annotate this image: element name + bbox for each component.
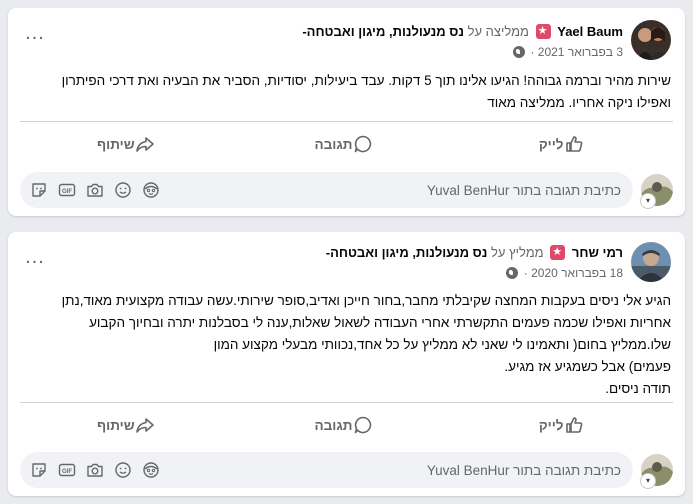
post-date[interactable]: 18 בפברואר 2020 bbox=[531, 266, 623, 280]
post-meta: 3 בפברואר 2021 · bbox=[513, 44, 623, 60]
post-text-line: שירות מהיר וברמה גבוהה! הגיעו אלינו תוך … bbox=[61, 73, 671, 88]
author-name[interactable]: רמי שחר bbox=[572, 245, 623, 260]
post-text-line: אחריות ואפילו שכמה פעמים התקשרתי אחרי הע… bbox=[89, 315, 671, 330]
share-label: שיתוף bbox=[97, 417, 135, 433]
recommendation-post: Yael Baum ממליצה על נס מנעולנות, מיגון ו… bbox=[8, 8, 685, 216]
camera-icon[interactable] bbox=[86, 461, 104, 479]
comment-label: תגובה bbox=[314, 136, 353, 152]
svg-text:GIF: GIF bbox=[62, 469, 72, 475]
post-header-line: Yael Baum ממליצה על נס מנעולנות, מיגון ו… bbox=[302, 23, 623, 41]
chevron-down-icon[interactable]: ▾ bbox=[641, 474, 655, 488]
share-button[interactable]: שיתוף bbox=[20, 123, 238, 165]
post-header: Yael Baum ממליצה על נס מנעולנות, מיגון ו… bbox=[8, 8, 685, 66]
comment-composer: ▾ GIF bbox=[20, 452, 673, 488]
gif-icon[interactable]: GIF bbox=[58, 461, 76, 479]
share-arrow-icon bbox=[135, 134, 155, 154]
divider bbox=[20, 402, 673, 403]
speech-bubble-icon bbox=[353, 134, 373, 154]
share-arrow-icon bbox=[135, 415, 155, 435]
author-name[interactable]: Yael Baum bbox=[557, 24, 623, 39]
divider bbox=[20, 121, 673, 122]
like-button[interactable]: לייק bbox=[455, 123, 673, 165]
smiley-icon[interactable] bbox=[114, 461, 132, 479]
comment-composer: ▾ GIF bbox=[20, 172, 673, 208]
post-header-line: רמי שחר ממליץ על נס מנעולנות, מיגון ואבט… bbox=[326, 244, 623, 262]
thumbs-up-icon bbox=[564, 134, 584, 154]
comment-label: תגובה bbox=[314, 417, 353, 433]
more-options-button[interactable]: ... bbox=[20, 247, 50, 272]
post-text-line: שלו.ממליץ בחום( ותאמינו לי שאני לא ממליץ… bbox=[213, 337, 671, 352]
comment-tools: GIF bbox=[30, 181, 160, 199]
like-label: לייק bbox=[538, 136, 564, 152]
post-text-line: תודה ניסים. bbox=[605, 381, 671, 396]
author-avatar[interactable] bbox=[631, 20, 671, 60]
smiley-icon[interactable] bbox=[114, 181, 132, 199]
page-name[interactable]: נס מנעולנות, מיגון ואבטחה- bbox=[326, 245, 488, 260]
post-text-line: הגיע אלי ניסים בעקבות המחצה שקיבלתי מחבר… bbox=[61, 293, 671, 308]
recommends-text: ממליץ על bbox=[490, 245, 544, 260]
post-actions: לייק תגובה שיתוף bbox=[20, 404, 673, 446]
recommendation-icon bbox=[550, 245, 566, 260]
like-button[interactable]: לייק bbox=[455, 404, 673, 446]
avatar-sticker-icon[interactable] bbox=[142, 461, 160, 479]
post-date[interactable]: 3 בפברואר 2021 bbox=[538, 45, 623, 59]
globe-icon bbox=[513, 46, 526, 58]
globe-icon bbox=[506, 267, 519, 279]
post-text-line: פעמים) אבל כשמגיע אז מגיע. bbox=[504, 359, 671, 374]
share-label: שיתוף bbox=[97, 136, 135, 152]
svg-text:GIF: GIF bbox=[62, 189, 72, 195]
post-text: שירות מהיר וברמה גבוהה! הגיעו אלינו תוך … bbox=[22, 70, 671, 114]
author-avatar[interactable] bbox=[631, 242, 671, 282]
comment-tools: GIF bbox=[30, 461, 160, 479]
comment-button[interactable]: תגובה bbox=[238, 123, 456, 165]
post-text: הגיע אלי ניסים בעקבות המחצה שקיבלתי מחבר… bbox=[22, 290, 671, 400]
post-actions: לייק תגובה שיתוף bbox=[20, 123, 673, 165]
camera-icon[interactable] bbox=[86, 181, 104, 199]
gif-icon[interactable]: GIF bbox=[58, 181, 76, 199]
share-button[interactable]: שיתוף bbox=[20, 404, 238, 446]
post-meta: 18 בפברואר 2020 · bbox=[506, 265, 623, 281]
comment-button[interactable]: תגובה bbox=[238, 404, 456, 446]
thumbs-up-icon bbox=[564, 415, 584, 435]
sticker-icon[interactable] bbox=[30, 461, 48, 479]
speech-bubble-icon bbox=[353, 415, 373, 435]
more-options-button[interactable]: ... bbox=[20, 23, 50, 48]
sticker-icon[interactable] bbox=[30, 181, 48, 199]
chevron-down-icon[interactable]: ▾ bbox=[641, 194, 655, 208]
avatar-sticker-icon[interactable] bbox=[142, 181, 160, 199]
page-name[interactable]: נס מנעולנות, מיגון ואבטחה- bbox=[302, 24, 464, 39]
recommendation-post: רמי שחר ממליץ על נס מנעולנות, מיגון ואבט… bbox=[8, 232, 685, 496]
post-text-line: ואפילו ניקה אחריו. ממליצה מאוד bbox=[487, 95, 671, 110]
recommends-text: ממליצה על bbox=[467, 24, 529, 39]
like-label: לייק bbox=[538, 417, 564, 433]
post-header: רמי שחר ממליץ על נס מנעולנות, מיגון ואבט… bbox=[8, 232, 685, 290]
recommendation-icon bbox=[535, 24, 551, 39]
